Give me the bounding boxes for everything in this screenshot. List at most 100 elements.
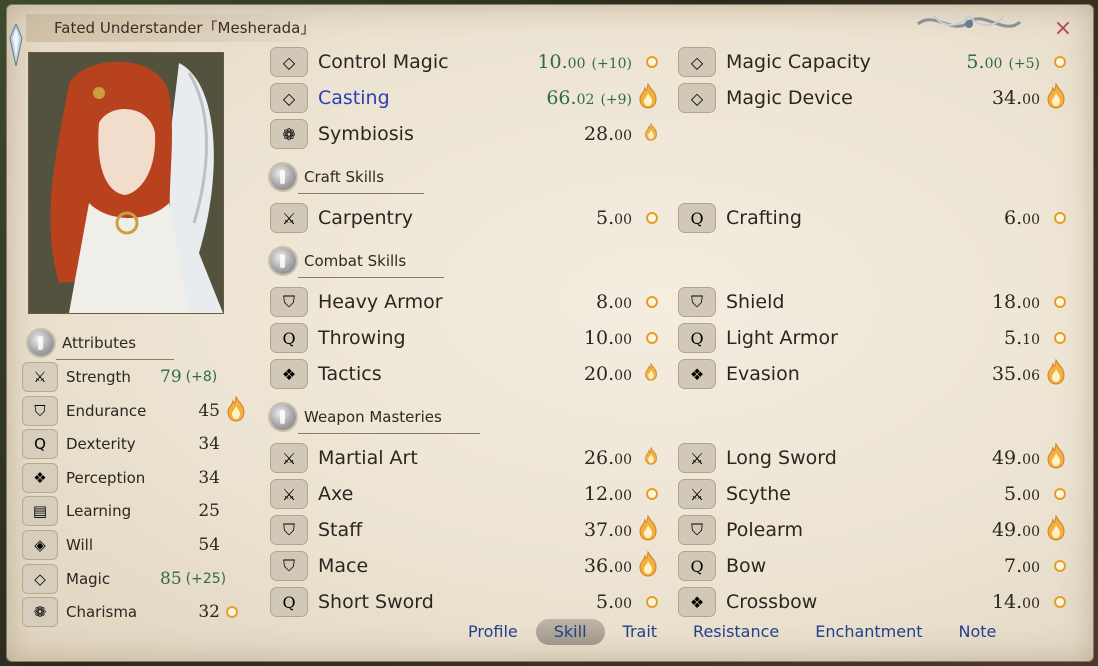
skill-potential-mark — [1046, 442, 1066, 473]
skill-name: Heavy Armor — [318, 291, 443, 313]
skill-row-carpentry[interactable]: ⚔ Carpentry 5.00 — [270, 202, 658, 234]
tab-profile[interactable]: Profile — [450, 619, 536, 645]
attribute-row[interactable]: Q Dexterity 34 — [22, 429, 252, 460]
skill-row-shield[interactable]: ⛉ Shield 18.00 — [678, 286, 1066, 318]
crystal-pendant-icon — [9, 24, 23, 66]
skill-row-long-sword[interactable]: ⚔ Long Sword 49.00 — [678, 442, 1066, 474]
attribute-name: Magic — [66, 569, 111, 588]
q-icon: Q — [678, 551, 716, 581]
attribute-name: Learning — [66, 502, 132, 521]
helmet-icon: ⛉ — [270, 287, 308, 317]
filigree-ornament-icon — [917, 14, 1021, 28]
skill-name: Carpentry — [318, 207, 414, 229]
tab-note[interactable]: Note — [941, 619, 1015, 645]
skill-potential-mark — [644, 446, 658, 469]
skill-potential-mark — [1054, 293, 1066, 312]
skill-name: Shield — [726, 291, 785, 313]
skill-name: Symbiosis — [318, 123, 414, 145]
skill-row-mace[interactable]: ⛉ Mace 36.00 — [270, 550, 658, 582]
tab-resistance[interactable]: Resistance — [675, 619, 797, 645]
crossed-swords-icon: ⚔ — [270, 203, 308, 233]
weapon-masteries-heading: Weapon Masteries — [270, 404, 480, 434]
crossed-swords-icon: ⚔ — [22, 362, 58, 392]
craft-skills-heading: Craft Skills — [270, 164, 424, 194]
skill-row-throwing[interactable]: Q Throwing 10.00 — [270, 322, 658, 354]
skill-name: Bow — [726, 555, 767, 577]
helmet-icon: ⛉ — [270, 551, 308, 581]
skill-row-magic-device[interactable]: ◇ Magic Device 34.00 — [678, 82, 1066, 114]
attribute-row[interactable]: ▤ Learning 25 — [22, 496, 252, 527]
attribute-value: 45 — [198, 400, 220, 421]
tab-enchantment[interactable]: Enchantment — [797, 619, 940, 645]
attribute-name: Strength — [66, 368, 131, 386]
skill-row-short-sword[interactable]: Q Short Sword 5.00 — [270, 586, 658, 618]
skill-row-light-armor[interactable]: Q Light Armor 5.10 — [678, 322, 1066, 354]
gem-icon — [270, 248, 296, 274]
skill-potential-mark — [646, 293, 658, 312]
book-icon: ▤ — [22, 496, 58, 527]
skill-name: Crafting — [726, 207, 802, 229]
flame-icon — [639, 550, 657, 577]
skill-value: 37.00 — [583, 519, 632, 541]
skill-row-evasion[interactable]: ❖ Evasion 35.06 — [678, 358, 1066, 390]
flame-icon — [645, 122, 657, 141]
close-button[interactable]: × — [1052, 18, 1074, 40]
skill-value: 14.00 — [991, 591, 1040, 613]
attribute-row[interactable]: ❁ Charisma 32 — [22, 597, 252, 628]
attribute-row[interactable]: ◈ Will 54 — [22, 530, 252, 560]
skill-row-heavy-armor[interactable]: ⛉ Heavy Armor 8.00 — [270, 286, 658, 318]
attributes-heading: Attributes — [28, 330, 174, 360]
attribute-mark — [226, 603, 238, 622]
tab-skill[interactable]: Skill — [535, 619, 605, 645]
potential-dot-icon — [226, 605, 238, 618]
attribute-value: 34 — [198, 467, 220, 488]
skill-row-axe[interactable]: ⚔ Axe 12.00 — [270, 478, 658, 510]
skill-row-casting[interactable]: ◇ Casting 66.02 (+9) — [270, 82, 658, 114]
bow-ribbon-icon: ❁ — [22, 597, 58, 628]
skill-name: Crossbow — [726, 591, 818, 613]
skill-name: Polearm — [726, 519, 804, 541]
potential-dot-icon — [646, 595, 658, 608]
skill-row-staff[interactable]: ⛉ Staff 37.00 — [270, 514, 658, 546]
tab-bar: Profile Skill Trait Resistance Enchantment No… — [450, 619, 1014, 645]
skill-row-polearm[interactable]: ⛉ Polearm 49.00 — [678, 514, 1066, 546]
flame-icon — [645, 446, 657, 465]
tab-trait[interactable]: Trait — [605, 619, 676, 645]
attribute-row[interactable]: ⚔ Strength 79 (+8) — [22, 362, 252, 392]
skill-value: 5.00 (+5) — [966, 51, 1040, 73]
skill-row-control-magic[interactable]: ◇ Control Magic 10.00 (+10) — [270, 46, 658, 78]
skill-row-crossbow[interactable]: ❖ Crossbow 14.00 — [678, 586, 1066, 618]
skill-row-symbiosis[interactable]: ❁ Symbiosis 28.00 — [270, 118, 658, 150]
window-title: Fated Understander「Mesherada」 — [26, 14, 322, 42]
skill-potential-mark — [646, 53, 658, 72]
attribute-row[interactable]: ⛉ Endurance 45 — [22, 394, 252, 426]
potential-dot-icon — [646, 55, 658, 68]
skill-row-magic-capacity[interactable]: ◇ Magic Capacity 5.00 (+5) — [678, 46, 1066, 78]
skill-value: 10.00 — [583, 327, 632, 349]
skill-row-bow[interactable]: Q Bow 7.00 — [678, 550, 1066, 582]
magic-icon: ◇ — [678, 83, 716, 113]
q-icon: Q — [270, 323, 308, 353]
magic-icon: ◇ — [270, 83, 308, 113]
attribute-mark — [226, 394, 246, 426]
perception-icon: ❖ — [270, 359, 308, 389]
crossed-swords-icon: ⚔ — [678, 443, 716, 473]
attribute-row[interactable]: ❖ Perception 34 — [22, 462, 252, 493]
skill-potential-mark — [1054, 329, 1066, 348]
skill-value: 28.00 — [583, 123, 632, 145]
perception-icon: ❖ — [22, 462, 58, 493]
skill-value: 5.00 — [596, 207, 632, 229]
skill-value: 49.00 — [991, 519, 1040, 541]
attribute-row[interactable]: ◇ Magic 85 (+25) — [22, 563, 252, 594]
skill-row-crafting[interactable]: Q Crafting 6.00 — [678, 202, 1066, 234]
skill-row-tactics[interactable]: ❖ Tactics 20.00 — [270, 358, 658, 390]
skill-row-martial-art[interactable]: ⚔ Martial Art 26.00 — [270, 442, 658, 474]
skill-potential-mark — [646, 209, 658, 228]
character-portrait — [28, 52, 224, 314]
skill-potential-mark — [644, 122, 658, 145]
skill-value: 35.06 — [991, 363, 1040, 385]
skill-potential-mark — [638, 514, 658, 545]
skill-name: Axe — [318, 483, 354, 505]
skill-name: Magic Capacity — [726, 51, 871, 73]
skill-row-scythe[interactable]: ⚔ Scythe 5.00 — [678, 478, 1066, 510]
